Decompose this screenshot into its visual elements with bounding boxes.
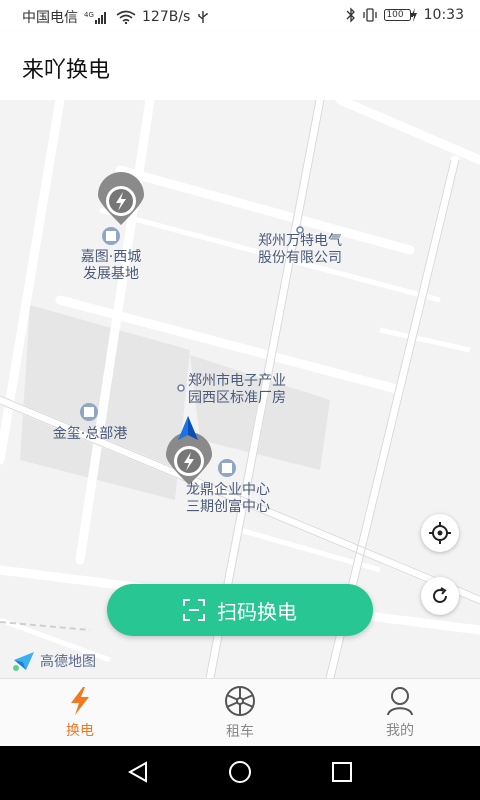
tab-swap[interactable]: 换电 xyxy=(0,679,160,747)
tab-label: 租车 xyxy=(226,724,254,740)
user-icon xyxy=(387,687,413,716)
usb-icon xyxy=(196,10,210,24)
poi-line: 郑州万特电气 xyxy=(258,233,342,249)
poi-line: 股份有限公司 xyxy=(258,250,342,266)
home-icon[interactable] xyxy=(228,760,252,784)
poi-line: 金玺·总部港 xyxy=(52,426,128,442)
poi-line: 发展基地 xyxy=(83,266,139,282)
page-title: 来吖换电 xyxy=(22,58,111,83)
poi-line: 三期创富中心 xyxy=(186,499,270,515)
signal-icon: 4G xyxy=(84,10,110,24)
tab-profile[interactable]: 我的 xyxy=(320,679,480,747)
poi-line: 嘉图·西城 xyxy=(80,249,142,265)
poi-label[interactable]: 郑州万特电气 股份有限公司 xyxy=(248,233,352,267)
tab-label: 换电 xyxy=(66,723,94,739)
poi-label[interactable]: 嘉图·西城 发展基地 xyxy=(68,249,154,283)
crosshair-icon xyxy=(429,522,451,544)
building-icon xyxy=(80,403,98,421)
poi-label[interactable]: 郑州市电子产业 园西区标准厂房 xyxy=(188,373,306,407)
amap-logo-icon xyxy=(13,652,34,671)
battery-level: 100 xyxy=(386,10,404,20)
app-header: 来吖换电 xyxy=(0,32,480,100)
scan-icon xyxy=(183,599,205,621)
refresh-icon xyxy=(433,587,447,603)
scan-to-swap-button[interactable]: 扫码换电 xyxy=(107,584,373,636)
amap-logo-text: 高德地图 xyxy=(40,654,96,670)
network-speed: 127B/s xyxy=(142,9,191,25)
locate-button[interactable] xyxy=(421,514,459,552)
refresh-button[interactable] xyxy=(421,577,459,615)
building-icon xyxy=(102,227,120,245)
system-nav-bar xyxy=(0,746,480,800)
tab-label: 我的 xyxy=(386,723,414,739)
building-icon xyxy=(218,459,236,477)
poi-dot xyxy=(177,384,185,392)
poi-line: 郑州市电子产业 xyxy=(188,373,286,389)
wheel-icon xyxy=(225,686,255,716)
poi-line: 龙鼎企业中心 xyxy=(186,482,270,498)
status-bar: 中国电信 4G 127B/s 100 10:33 xyxy=(0,0,480,32)
scan-button-label: 扫码换电 xyxy=(217,599,297,624)
vibrate-icon xyxy=(362,8,378,22)
amap-logo: 高德地图 xyxy=(12,650,96,672)
poi-label[interactable]: 龙鼎企业中心 三期创富中心 xyxy=(176,482,280,516)
poi-line: 园西区标准厂房 xyxy=(188,390,286,406)
clock: 10:33 xyxy=(423,7,464,23)
lightning-icon xyxy=(71,687,89,715)
recents-icon[interactable] xyxy=(330,760,354,784)
poi-label[interactable]: 金玺·总部港 xyxy=(40,426,140,443)
wifi-icon xyxy=(116,10,136,24)
bluetooth-icon xyxy=(346,7,356,23)
back-icon[interactable] xyxy=(126,760,150,784)
battery-station-marker-icon[interactable] xyxy=(98,172,144,225)
svg-text:4G: 4G xyxy=(84,11,94,19)
bottom-tab-bar: 换电 租车 我的 xyxy=(0,678,480,747)
tab-rent[interactable]: 租车 xyxy=(160,679,320,747)
carrier-label: 中国电信 xyxy=(22,10,78,26)
charging-icon xyxy=(410,8,418,22)
